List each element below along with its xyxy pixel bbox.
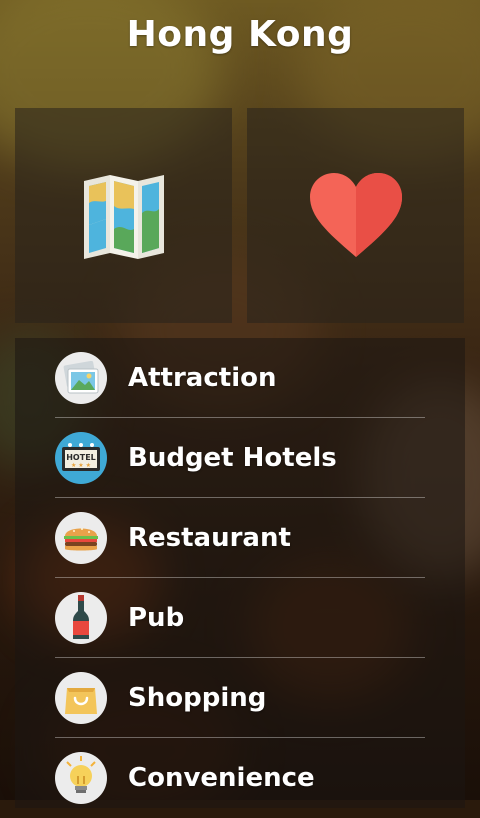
map-icon [83, 174, 164, 259]
list-item-restaurant[interactable]: Restaurant [55, 498, 425, 578]
burger-icon [55, 512, 107, 564]
photo-icon [55, 352, 107, 404]
list-item-shopping[interactable]: Shopping [55, 658, 425, 738]
list-item-attraction[interactable]: Attraction [55, 338, 425, 418]
list-item-label: Attraction [128, 363, 277, 393]
bottle-icon [55, 592, 107, 644]
list-item-pub[interactable]: Pub [55, 578, 425, 658]
lightbulb-icon [55, 752, 107, 804]
list-item-label: Restaurant [128, 523, 291, 553]
shopping-bag-icon [55, 672, 107, 724]
list-item-label: Convenience [128, 763, 315, 793]
list-item-label: Shopping [128, 683, 267, 713]
svg-text:★ ★ ★: ★ ★ ★ [71, 462, 91, 469]
favorites-tile-button[interactable] [247, 108, 464, 323]
map-tile-button[interactable] [15, 108, 232, 323]
hotel-sign-text: HOTEL [66, 453, 96, 462]
heart-icon [309, 172, 402, 257]
page-title: Hong Kong [126, 14, 354, 55]
hotel-icon: HOTEL ★ ★ ★ [55, 432, 107, 484]
list-item-label: Budget Hotels [128, 443, 337, 473]
list-item-convenience[interactable]: Convenience [55, 738, 425, 818]
list-item-budget-hotels[interactable]: HOTEL ★ ★ ★ Budget Hotels [55, 418, 425, 498]
list-item-label: Pub [128, 603, 185, 633]
category-list: Attraction HOTEL ★ ★ ★ Budget Hotels Res… [15, 338, 465, 808]
